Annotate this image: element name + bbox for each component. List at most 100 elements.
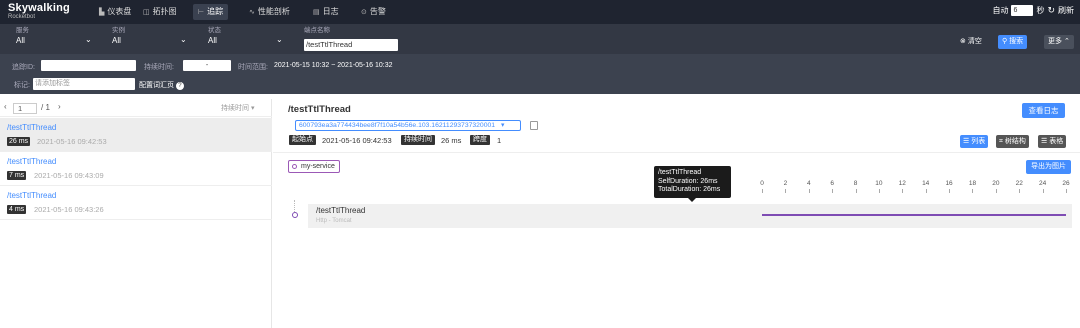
axis-tick-label: 24 <box>1038 180 1047 187</box>
page-total: / 1 <box>41 103 50 112</box>
axis-tick-label: 18 <box>968 180 977 187</box>
auto-label: 自动 <box>992 6 1009 15</box>
view-logs-button[interactable]: 查看日志 <box>1022 103 1065 118</box>
span-count-value: 1 <box>497 136 502 145</box>
seconds-label: 秒 <box>1036 6 1045 15</box>
nav-trace[interactable]: ⊢ 追踪 <box>193 4 229 20</box>
clear-label: 清空 <box>967 38 982 45</box>
axis-tick-mark <box>1042 189 1044 193</box>
logo[interactable]: Skywalking Rocketbot <box>8 3 70 21</box>
span-duration-bar[interactable] <box>762 214 1066 216</box>
axis-tick-mark <box>785 189 787 193</box>
trace-id-value: 600793ea3a774434bee8f7f10a54b56e.103.162… <box>299 122 496 129</box>
axis-tick-mark <box>902 189 904 193</box>
traceid-input[interactable] <box>41 60 136 71</box>
auto-refresh: 自动 6 秒 ↻ 刷新 <box>992 5 1074 16</box>
span-component: Http - Tomcat <box>316 218 352 224</box>
next-page-icon[interactable]: › <box>58 102 61 111</box>
table-view-button[interactable]: ☰ 表格 <box>1038 135 1067 148</box>
search-icon: ⚲ <box>1002 38 1008 45</box>
service-select[interactable]: 服务 All <box>16 27 29 46</box>
trace-list-item[interactable]: /testTtlThread 4 ms 2021-05-16 09:43:26 <box>0 186 272 220</box>
table-view-label: 表格 <box>1049 138 1064 145</box>
axis-tick-mark <box>808 189 810 193</box>
tree-view-button[interactable]: ⌗ 树结构 <box>996 135 1029 148</box>
nav-alarm[interactable]: ⊙ 告警 <box>356 4 391 20</box>
axis-tick-label: 12 <box>898 180 906 187</box>
more-button[interactable]: 更多 ⌃ <box>1044 35 1074 49</box>
trace-duration-badge: 26 ms <box>7 137 31 146</box>
axis-tick-label: 0 <box>760 180 764 187</box>
trace-duration-badge: 4 ms <box>7 205 27 214</box>
service-legend-tag: my-service <box>288 160 340 173</box>
endpoint-field: 端点名称 <box>304 27 330 35</box>
span-node-icon[interactable] <box>292 212 298 218</box>
service-dot-icon <box>292 164 297 169</box>
nav-topology[interactable]: ◫ 拓扑图 <box>138 4 182 20</box>
status-label: 状态 <box>208 27 221 34</box>
trace-icon: ⊢ <box>198 9 205 16</box>
instance-value: All <box>112 36 121 45</box>
timerange-value[interactable]: 2021-05-15 10:32 ~ 2021-05-16 10:32 <box>274 62 393 69</box>
axis-tick-label: 20 <box>992 180 1000 187</box>
axis-tick-label: 2 <box>783 180 788 187</box>
tooltip-title: /testTtlThread <box>658 169 702 176</box>
axis-tick-label: 26 <box>1062 180 1070 187</box>
trace-list-panel: ‹ 1 / 1 › 持续时间 ▾ /testTtlThread 26 ms 20… <box>0 99 272 328</box>
axis-tick-label: 14 <box>922 180 930 187</box>
search-button[interactable]: ⚲ 搜索 <box>998 35 1028 49</box>
chevron-down-icon[interactable]: ⌄ <box>85 35 92 44</box>
nav-profile-label: 性能剖析 <box>257 7 290 16</box>
pagination: ‹ 1 / 1 › 持续时间 ▾ <box>0 99 272 117</box>
trace-list-item[interactable]: /testTtlThread 26 ms 2021-05-16 09:42:53 <box>0 118 272 152</box>
axis-tick-mark <box>1066 189 1067 193</box>
more-label: 更多 <box>1048 38 1062 45</box>
start-time-badge: 起始点 <box>289 135 316 145</box>
chevron-down-icon[interactable]: ⌄ <box>276 35 283 44</box>
trace-time: 2021-05-16 09:42:53 <box>37 137 107 146</box>
alarm-icon: ⊙ <box>361 9 367 16</box>
sort-label: 持续时间 <box>221 105 249 112</box>
nav-dashboard[interactable]: ▙ 仪表盘 <box>94 4 136 20</box>
span-tooltip: /testTtlThread SelfDuration: 26ms TotalD… <box>654 166 731 198</box>
axis-tick-label: 8 <box>853 180 858 187</box>
copy-icon[interactable] <box>530 121 538 130</box>
status-value: All <box>208 36 217 45</box>
export-image-button[interactable]: 导出为图片 <box>1026 160 1071 174</box>
tree-view-label: 树结构 <box>1004 138 1026 145</box>
trace-list-item[interactable]: /testTtlThread 7 ms 2021-05-16 09:43:09 <box>0 152 272 186</box>
axis-tick-mark <box>762 189 763 193</box>
config-link[interactable]: 配置词汇页 ? <box>139 80 184 90</box>
refresh-icon[interactable]: ↻ <box>1047 5 1055 16</box>
trace-id-select[interactable]: 600793ea3a774434bee8f7f10a54b56e.103.162… <box>295 120 521 131</box>
nav-trace-label: 追踪 <box>207 7 224 16</box>
list-view-label: 列表 <box>971 138 986 145</box>
table-icon: ☰ <box>1041 138 1048 145</box>
nav-profile[interactable]: ∿ 性能剖析 <box>244 4 295 20</box>
refresh-button[interactable]: 刷新 <box>1058 5 1074 16</box>
duration-range-input[interactable]: - <box>183 60 231 71</box>
nav-log[interactable]: ▤ 日志 <box>308 4 344 20</box>
span-row[interactable] <box>308 204 1072 228</box>
span-count-badge: 跨度 <box>470 135 490 145</box>
endpoint-input[interactable]: /testTtlThread <box>304 39 398 51</box>
log-icon: ▤ <box>313 9 320 16</box>
span-tree-line <box>294 200 295 212</box>
auto-interval-input[interactable]: 6 <box>1011 5 1034 16</box>
tags-input[interactable]: 请添加标签 <box>33 78 135 90</box>
tooltip-total-duration: TotalDuration: 26ms <box>658 186 721 193</box>
page-input[interactable]: 1 <box>13 103 37 114</box>
help-icon[interactable]: ? <box>175 82 184 90</box>
timerange-label: 时间范围: <box>238 64 268 71</box>
profile-icon: ∿ <box>249 9 255 16</box>
prev-page-icon[interactable]: ‹ <box>4 102 7 111</box>
chevron-down-icon[interactable]: ⌄ <box>180 35 187 44</box>
clear-button[interactable]: ⊗ 清空 <box>956 35 986 49</box>
sort-select[interactable]: 持续时间 ▾ <box>221 103 254 113</box>
list-view-button[interactable]: ☰ 列表 <box>960 135 989 148</box>
tree-icon: ⌗ <box>999 138 1003 145</box>
nav-log-label: 日志 <box>322 7 339 16</box>
status-select[interactable]: 状态 All <box>208 27 221 46</box>
tooltip-arrow <box>688 198 696 202</box>
instance-select[interactable]: 实例 All <box>112 27 125 46</box>
